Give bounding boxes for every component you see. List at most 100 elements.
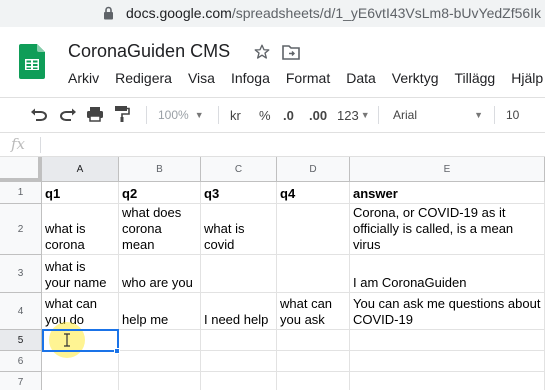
more-formats-button[interactable]: 123 ▼	[337, 98, 371, 132]
cell-e3[interactable]: I am CoronaGuiden	[350, 255, 545, 293]
row-header-2[interactable]: 2	[0, 204, 42, 255]
menu-bar: Arkiv Redigera Visa Infoga Format Data V…	[60, 70, 545, 88]
toolbar-divider	[494, 106, 495, 124]
cell-b4[interactable]: help me	[119, 293, 201, 330]
menu-infoga[interactable]: Infoga	[223, 70, 278, 88]
cell-e7[interactable]	[350, 372, 545, 390]
column-header-c[interactable]: C	[201, 157, 277, 182]
cell-c5[interactable]	[201, 330, 277, 351]
cell-d7[interactable]	[277, 372, 350, 390]
more-formats-label: 123	[337, 107, 359, 123]
cell-c2[interactable]: what is covid	[201, 204, 277, 255]
document-title[interactable]: CoronaGuiden CMS	[68, 41, 230, 62]
cell-e5[interactable]	[350, 330, 545, 351]
decrease-decimals-label: .0	[283, 107, 294, 123]
menu-visa[interactable]: Visa	[180, 70, 223, 88]
paint-format-button[interactable]	[114, 98, 136, 132]
cell-a4[interactable]: what can you do	[42, 293, 119, 330]
menu-tillagg[interactable]: Tillägg	[447, 70, 504, 88]
cell-c7[interactable]	[201, 372, 277, 390]
row-header-5[interactable]: 5	[0, 330, 42, 351]
row-header-1[interactable]: 1	[0, 182, 42, 204]
cell-b5[interactable]	[119, 330, 201, 351]
font-size-select[interactable]: 10	[506, 98, 526, 132]
cell-c4[interactable]: I need help	[201, 293, 277, 330]
toolbar: 100% ▼ kr % .0 .00 123 ▼ Arial ▼ 10	[0, 97, 545, 133]
zoom-select[interactable]: 100% ▼	[158, 98, 206, 132]
menu-verktyg[interactable]: Verktyg	[384, 70, 447, 88]
cell-d6[interactable]	[277, 351, 350, 372]
menu-format[interactable]: Format	[278, 70, 338, 88]
percent-format-button[interactable]: %	[259, 98, 271, 132]
toolbar-divider	[218, 106, 219, 124]
zoom-value: 100%	[158, 108, 189, 122]
font-family-select[interactable]: Arial ▼	[393, 98, 483, 132]
paint-format-icon	[114, 105, 130, 126]
formula-divider	[40, 137, 41, 153]
column-header-e[interactable]: E	[350, 157, 545, 182]
cell-d5[interactable]	[277, 330, 350, 351]
menu-redigera[interactable]: Redigera	[107, 70, 180, 88]
select-all-corner[interactable]	[0, 157, 42, 182]
cell-a3[interactable]: what is your name	[42, 255, 119, 293]
increase-decimals-button[interactable]: .00	[309, 98, 331, 132]
cell-a2[interactable]: what is corona	[42, 204, 119, 255]
redo-icon	[59, 107, 77, 124]
cell-e1[interactable]: answer	[350, 182, 545, 204]
print-button[interactable]	[86, 98, 108, 132]
increase-decimals-label: .00	[309, 107, 328, 123]
cell-b2[interactable]: what does corona mean	[119, 204, 201, 255]
cell-c3[interactable]	[201, 255, 277, 293]
cell-b7[interactable]	[119, 372, 201, 390]
cell-b3[interactable]: who are you	[119, 255, 201, 293]
cell-d1[interactable]: q4	[277, 182, 350, 204]
cell-c6[interactable]	[201, 351, 277, 372]
menu-data[interactable]: Data	[338, 70, 384, 88]
cell-a7[interactable]	[42, 372, 119, 390]
cell-d4[interactable]: what can you ask	[277, 293, 350, 330]
row-header-6[interactable]: 6	[0, 351, 42, 372]
cell-a6[interactable]	[42, 351, 119, 372]
cell-e6[interactable]	[350, 351, 545, 372]
browser-address-bar[interactable]: docs.google.com/spreadsheets/d/1_yE6vtI4…	[0, 0, 545, 27]
redo-button[interactable]	[59, 98, 81, 132]
column-header-d[interactable]: D	[277, 157, 350, 182]
cell-c1[interactable]: q3	[201, 182, 277, 204]
url-text[interactable]: docs.google.com/spreadsheets/d/1_yE6vtI4…	[126, 5, 541, 21]
chevron-down-icon: ▼	[474, 110, 483, 120]
undo-button[interactable]	[30, 98, 52, 132]
cell-b6[interactable]	[119, 351, 201, 372]
cell-b1[interactable]: q2	[119, 182, 201, 204]
column-header-b[interactable]: B	[119, 157, 201, 182]
undo-icon	[30, 107, 48, 124]
currency-format-button[interactable]: kr	[230, 98, 244, 132]
url-host: docs.google.com	[126, 5, 232, 21]
cell-e2[interactable]: Corona, or COVID-19 as it officially is …	[350, 204, 545, 255]
cell-e4[interactable]: You can ask me questions about COVID-19	[350, 293, 545, 330]
url-field[interactable]: docs.google.com/spreadsheets/d/1_yE6vtI4…	[100, 2, 545, 24]
cell-d3[interactable]	[277, 255, 350, 293]
toolbar-divider	[378, 106, 379, 124]
row-header-3[interactable]: 3	[0, 255, 42, 293]
url-path: /spreadsheets/d/1_yE6vtI43VsLm8-bUvYedZf…	[231, 5, 542, 21]
decrease-decimals-button[interactable]: .0	[283, 98, 301, 132]
row-header-4[interactable]: 4	[0, 293, 42, 330]
menu-arkiv[interactable]: Arkiv	[60, 70, 107, 88]
app-header: CoronaGuiden CMS Arkiv Redigera Visa Inf…	[0, 27, 545, 95]
lock-icon[interactable]	[100, 5, 116, 21]
move-to-folder-icon[interactable]	[282, 44, 300, 60]
active-cell-selection[interactable]	[42, 329, 119, 352]
row-header-7[interactable]: 7	[0, 372, 42, 390]
formula-bar[interactable]: fx	[0, 133, 545, 157]
font-family-value: Arial	[393, 108, 418, 122]
spreadsheet-grid: A B C D E 1 2 3 4 5 6 7 q1 q2 q3 q4 answ…	[0, 157, 545, 390]
sheets-logo-icon[interactable]	[19, 44, 45, 79]
column-header-a[interactable]: A	[42, 157, 119, 182]
cell-a1[interactable]: q1	[42, 182, 119, 204]
toolbar-divider	[146, 106, 147, 124]
fill-handle[interactable]	[114, 348, 120, 354]
star-icon[interactable]	[253, 43, 271, 61]
cell-d2[interactable]	[277, 204, 350, 255]
menu-hjalp[interactable]: Hjälp	[503, 70, 545, 88]
fx-icon: fx	[11, 135, 26, 153]
